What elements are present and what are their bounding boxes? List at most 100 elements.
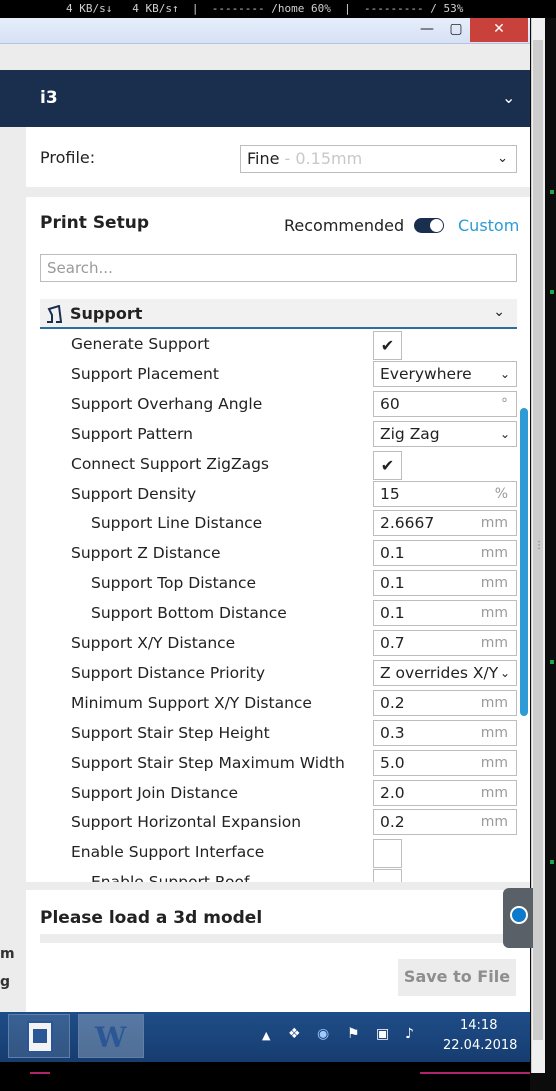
setting-unit: mm: [480, 694, 508, 711]
setting-row: Enable Support Interface: [26, 838, 530, 869]
network-icon[interactable]: ▣: [376, 1026, 389, 1042]
green-marker: [550, 860, 554, 864]
setting-row: Generate Support ✔: [26, 330, 530, 360]
setting-input[interactable]: 0.3 mm: [373, 719, 517, 746]
setting-label: Support Stair Step Maximum Width: [71, 753, 345, 772]
setting-input[interactable]: 60 °: [373, 390, 517, 417]
setting-value: 5.0: [380, 753, 405, 772]
clock-date[interactable]: 22.04.2018: [443, 1038, 517, 1053]
setting-dropdown[interactable]: Z overrides X/Y ⌄: [373, 659, 517, 686]
setting-input[interactable]: 2.0 mm: [373, 779, 517, 806]
progress-bar: [40, 934, 517, 943]
word-icon: W: [95, 1021, 127, 1054]
setting-row: Support Pattern Zig Zag ⌄: [26, 420, 530, 450]
profile-panel: Profile: Fine - 0.15mm ⌄: [26, 127, 530, 187]
category-support[interactable]: Support ⌄: [40, 299, 517, 329]
document-icon: [27, 1021, 53, 1053]
setting-label: Support Distance Priority: [71, 663, 266, 682]
setting-input[interactable]: 0.7 mm: [373, 630, 517, 656]
setting-value: Everywhere: [380, 364, 472, 383]
setting-row: Connect Support ZigZags ✔: [26, 450, 530, 480]
setting-unit: mm: [480, 814, 508, 831]
setting-row: Support Placement Everywhere ⌄: [26, 360, 530, 390]
decor-line: [420, 1072, 530, 1074]
clock-time[interactable]: 14:18: [460, 1018, 497, 1033]
setting-value: 0.1: [380, 604, 405, 623]
chevron-down-icon: ⌄: [499, 665, 510, 680]
status-panel: Please load a 3d model Save to File: [26, 890, 530, 1012]
setting-checkbox[interactable]: ✔: [373, 331, 402, 360]
setting-row: Support X/Y Distance 0.7 mm: [26, 629, 530, 659]
minimize-button[interactable]: —: [412, 18, 442, 42]
check-icon: ✔: [380, 336, 395, 355]
setting-label: Minimum Support X/Y Distance: [71, 693, 312, 712]
status-message: Please load a 3d model: [40, 908, 263, 928]
decor-line: [30, 1072, 50, 1074]
setting-unit: mm: [480, 635, 508, 651]
setting-value: 0.1: [380, 574, 405, 593]
setting-value: Z overrides X/Y: [380, 663, 499, 682]
settings-search-input[interactable]: Search...: [40, 254, 517, 282]
setting-checkbox[interactable]: ✔: [373, 450, 402, 480]
setting-input[interactable]: 0.1 mm: [373, 540, 517, 567]
setting-row: Support Line Distance 2.6667 mm: [26, 509, 530, 539]
recommended-mode-label[interactable]: Recommended: [284, 216, 404, 235]
setting-input[interactable]: 0.2 mm: [373, 689, 517, 716]
setting-input[interactable]: 0.1 mm: [373, 570, 517, 597]
sync-icon[interactable]: ◉: [317, 1026, 329, 1042]
setting-value: 60: [380, 394, 400, 413]
chevron-down-icon: ⌄: [499, 366, 510, 381]
setting-dropdown[interactable]: Everywhere ⌄: [373, 360, 517, 387]
profile-select[interactable]: Fine - 0.15mm ⌄: [240, 145, 517, 173]
taskbar-app-document[interactable]: [8, 1014, 70, 1058]
setting-dropdown[interactable]: Zig Zag ⌄: [373, 420, 517, 447]
setting-label: Support X/Y Distance: [71, 634, 236, 652]
setting-row: Support Z Distance 0.1 mm: [26, 539, 530, 569]
print-setup-title: Print Setup: [40, 213, 149, 233]
category-label: Support: [70, 304, 143, 323]
setting-value: Zig Zag: [380, 424, 440, 443]
show-hidden-icons-icon[interactable]: ▲: [262, 1029, 270, 1042]
setting-label: Connect Support ZigZags: [71, 454, 270, 473]
teamviewer-icon: [510, 906, 528, 924]
setting-label: Support Top Distance: [91, 574, 257, 593]
setting-unit: mm: [480, 784, 508, 801]
dropbox-icon[interactable]: ❖: [288, 1026, 301, 1042]
setting-value: 15: [380, 484, 400, 503]
chevron-down-icon: ⌄: [499, 426, 510, 441]
setting-value: 0.2: [380, 693, 405, 712]
setting-input[interactable]: 0.1 mm: [373, 600, 517, 627]
setting-unit: mm: [480, 515, 508, 532]
setting-input[interactable]: 2.6667 mm: [373, 510, 517, 537]
mode-toggle[interactable]: [414, 218, 444, 233]
close-button[interactable]: ✕: [470, 18, 528, 42]
setting-input[interactable]: 0.2 mm: [373, 809, 517, 836]
setting-row: Support Density 15%: [26, 480, 530, 510]
setting-value: 0.3: [380, 723, 405, 742]
save-to-file-button[interactable]: Save to File: [398, 959, 516, 996]
setting-label: Support Placement: [71, 364, 219, 383]
setting-label: Enable Support Interface: [71, 843, 265, 862]
teamviewer-tab[interactable]: [503, 888, 533, 948]
taskbar: W ▲ ❖ ◉ ⚑ ▣ ♪ 14:18 22.04.2018: [0, 1012, 530, 1062]
setting-input[interactable]: 15%: [373, 480, 517, 507]
taskbar-app-word[interactable]: W: [78, 1014, 144, 1058]
chevron-down-icon: ⌄: [497, 151, 508, 166]
grip-icon: ⋮: [534, 540, 544, 551]
setting-label: Support Join Distance: [71, 783, 239, 802]
machine-selector[interactable]: i3 ⌄: [0, 70, 530, 127]
setting-checkbox[interactable]: [373, 839, 402, 869]
print-setup-panel: Print Setup Recommended Custom Search...…: [26, 197, 530, 882]
maximize-button[interactable]: ▢: [444, 18, 468, 42]
setting-value: 2.0: [380, 783, 405, 802]
system-status-bar: 4 KB/s↓ 4 KB/s↑ | -------- /home 60% | -…: [0, 0, 556, 18]
flag-icon[interactable]: ⚑: [347, 1026, 360, 1042]
setting-value: 0.7: [380, 634, 405, 652]
settings-scrollbar[interactable]: [520, 408, 528, 716]
custom-mode-label[interactable]: Custom: [458, 216, 519, 235]
setting-label: Support Bottom Distance: [91, 604, 287, 623]
setting-input[interactable]: 5.0 mm: [373, 749, 517, 776]
volume-icon[interactable]: ♪: [405, 1026, 414, 1042]
setting-row: Support Stair Step Height 0.3 mm: [26, 719, 530, 749]
setting-checkbox[interactable]: [373, 869, 402, 882]
